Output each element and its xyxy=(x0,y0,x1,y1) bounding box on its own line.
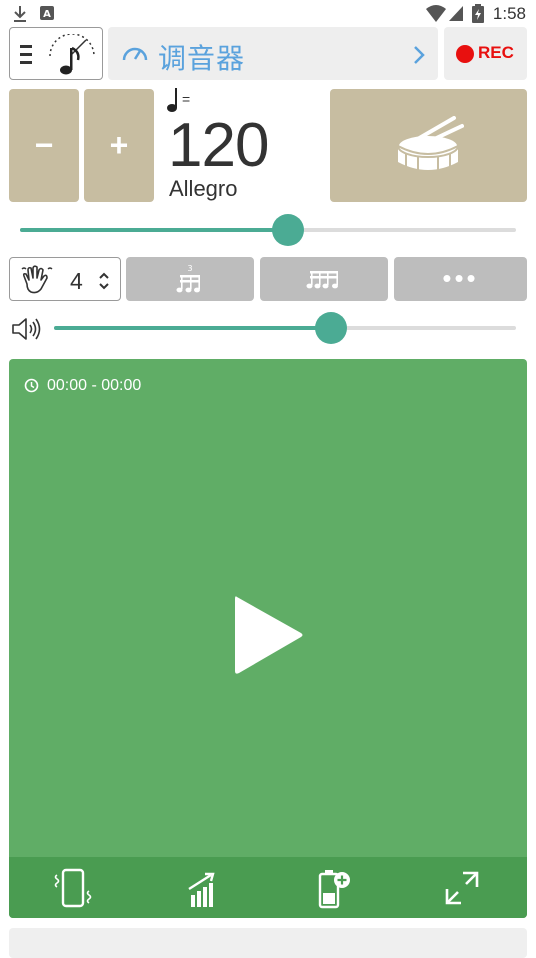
hand-icon xyxy=(21,265,53,294)
battery-plus-icon[interactable] xyxy=(311,867,355,911)
signal-icon xyxy=(449,6,463,21)
play-icon[interactable] xyxy=(231,593,305,677)
metronome-note-icon xyxy=(49,34,95,75)
tempo-slider-fill xyxy=(20,228,288,232)
chevron-right-icon xyxy=(414,46,425,64)
triplet-note-icon: 3 xyxy=(176,264,200,293)
drum-icon xyxy=(397,116,464,170)
player-toolbar xyxy=(9,857,527,918)
clock-time: 1:58 xyxy=(492,4,526,23)
minus-label: − xyxy=(34,127,54,163)
battery-icon xyxy=(472,4,484,23)
player-panel[interactable]: 00:00 - 00:00 xyxy=(9,359,527,918)
plus-label: + xyxy=(109,127,129,163)
sixteenth-notes-icon xyxy=(306,271,338,289)
font-icon: A xyxy=(40,6,54,20)
tuner-button[interactable]: 调音器 xyxy=(108,27,438,80)
bottom-panel xyxy=(9,928,527,958)
triplet-subdivision-button[interactable]: 3 xyxy=(126,257,254,301)
more-options-button[interactable]: ••• xyxy=(394,257,527,301)
record-dot-icon xyxy=(456,45,474,63)
clock-icon xyxy=(24,378,39,393)
status-bar: A 1:58 xyxy=(0,0,536,28)
vibrate-icon[interactable] xyxy=(51,867,95,911)
sixteenth-subdivision-button[interactable] xyxy=(260,257,388,301)
beats-per-bar-selector[interactable]: 4 xyxy=(9,257,121,301)
download-icon xyxy=(14,6,26,22)
menu-button[interactable] xyxy=(9,27,103,80)
more-label: ••• xyxy=(442,263,479,293)
equals-sign: = xyxy=(182,91,191,107)
drum-sound-button[interactable] xyxy=(330,89,527,202)
bpm-value[interactable]: 120 xyxy=(168,110,269,181)
hamburger-menu-icon xyxy=(20,45,32,64)
increase-tempo-button[interactable]: + xyxy=(84,89,154,202)
speaker-icon xyxy=(12,318,41,340)
svg-text:A: A xyxy=(43,9,51,20)
decrease-tempo-button[interactable]: − xyxy=(9,89,79,202)
fullscreen-icon[interactable] xyxy=(441,867,485,911)
record-label: REC xyxy=(478,43,514,62)
volume-slider-fill xyxy=(54,326,332,330)
tuner-label: 调音器 xyxy=(158,43,246,74)
timer-text: 00:00 - 00:00 xyxy=(47,377,142,394)
wifi-icon xyxy=(426,5,446,22)
beats-count: 4 xyxy=(70,268,83,294)
record-button[interactable]: REC xyxy=(444,27,527,80)
gauge-icon xyxy=(122,47,148,61)
bar-chart-icon[interactable] xyxy=(181,867,225,911)
tempo-slider-knob[interactable] xyxy=(271,214,304,246)
volume-slider-knob[interactable] xyxy=(315,312,348,344)
up-down-arrows-icon[interactable] xyxy=(98,272,110,290)
svg-text:3: 3 xyxy=(187,264,192,273)
tempo-marking: Allegro xyxy=(169,176,238,201)
